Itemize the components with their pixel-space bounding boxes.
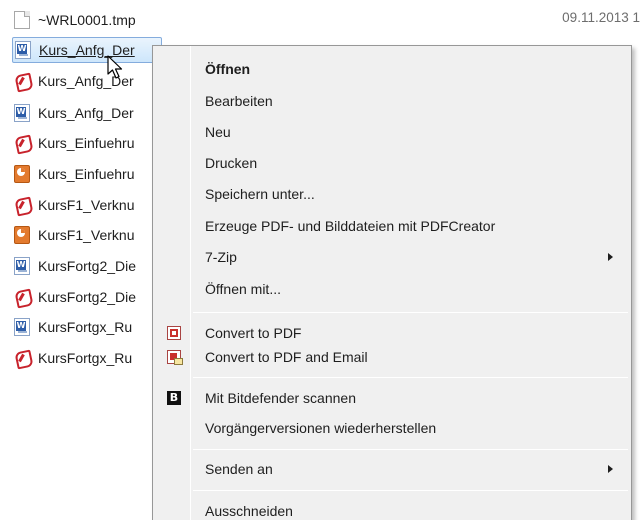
mouse-pointer-icon	[107, 55, 123, 79]
pdf-file-icon	[14, 134, 30, 152]
file-row[interactable]: Kurs_Einfuehru	[14, 161, 135, 187]
menu-item-label: 7-Zip	[205, 249, 237, 265]
menu-item-pdfcreator[interactable]: Erzeuge PDF- und Bilddateien mit PDFCrea…	[153, 213, 631, 239]
menu-separator	[193, 312, 628, 313]
menu-item-label: Bearbeiten	[205, 93, 273, 109]
file-name: KursFortg2_Die	[38, 258, 137, 274]
file-name: KursF1_Verknu	[38, 197, 135, 213]
submenu-arrow-icon	[608, 465, 613, 473]
word-document-icon	[15, 41, 31, 59]
file-date: 09.11.2013 1	[562, 10, 640, 25]
file-name: KursFortgx_Ru	[38, 319, 133, 335]
menu-item-save-as[interactable]: Speichern unter...	[153, 181, 631, 207]
menu-item-label: Drucken	[205, 155, 258, 171]
file-row[interactable]: Kurs_Anfg_Der	[14, 100, 134, 126]
convert-to-pdf-email-icon	[167, 350, 183, 365]
file-row[interactable]: KursF1_Verknu	[14, 192, 135, 218]
menu-item-edit[interactable]: Bearbeiten	[153, 88, 631, 114]
powerpoint-file-icon	[14, 226, 30, 244]
file-name: Kurs_Einfuehru	[38, 166, 135, 182]
word-document-icon	[14, 104, 30, 122]
convert-to-pdf-icon	[167, 326, 181, 340]
bitdefender-icon: B	[167, 391, 181, 405]
tmp-file-icon	[14, 11, 30, 29]
pdf-file-icon	[14, 196, 30, 214]
menu-item-label: Öffnen	[205, 61, 251, 77]
pdf-file-icon	[14, 349, 30, 367]
file-row[interactable]: KursFortg2_Die	[14, 253, 136, 279]
file-row[interactable]: KursFortgx_Ru	[14, 314, 132, 340]
file-row-selected[interactable]: Kurs_Anfg_Der	[12, 37, 162, 63]
menu-item-label: Öffnen mit...	[205, 281, 281, 297]
file-name: KursFortg2_Die	[38, 289, 137, 305]
menu-item-new[interactable]: Neu	[153, 119, 631, 145]
menu-item-print[interactable]: Drucken	[153, 150, 631, 176]
menu-item-label: Neu	[205, 124, 231, 140]
menu-item-label: Erzeuge PDF- und Bilddateien mit PDFCrea…	[205, 218, 496, 234]
file-row[interactable]: KursF1_Verknu	[14, 222, 135, 248]
file-row[interactable]: KursFortgx_Ru	[14, 345, 132, 371]
menu-item-label: Mit Bitdefender scannen	[205, 390, 356, 406]
menu-item-bitdefender[interactable]: B Mit Bitdefender scannen	[153, 385, 631, 411]
menu-item-open[interactable]: Öffnen	[153, 56, 631, 82]
menu-item-convert-to-pdf[interactable]: Convert to PDF	[153, 320, 631, 346]
menu-item-label: Speichern unter...	[205, 186, 315, 202]
powerpoint-file-icon	[14, 165, 30, 183]
file-name: Kurs_Anfg_Der	[38, 105, 134, 121]
file-name: KursF1_Verknu	[38, 227, 135, 243]
file-row[interactable]: Kurs_Einfuehru	[14, 130, 135, 156]
menu-item-label: Ausschneiden	[205, 503, 293, 519]
menu-item-label: Convert to PDF and Email	[205, 349, 368, 365]
menu-item-restore-versions[interactable]: Vorgängerversionen wiederherstellen	[153, 415, 631, 441]
menu-item-label: Convert to PDF	[205, 325, 302, 341]
context-menu: Öffnen Bearbeiten Neu Drucken Speichern …	[152, 45, 632, 520]
file-row[interactable]: KursFortg2_Die	[14, 284, 136, 310]
submenu-arrow-icon	[608, 253, 613, 261]
menu-separator	[193, 449, 628, 450]
menu-separator	[193, 490, 628, 491]
word-document-icon	[14, 257, 30, 275]
menu-item-cut[interactable]: Ausschneiden	[153, 498, 631, 520]
word-document-icon	[14, 318, 30, 336]
file-name: KursFortgx_Ru	[38, 350, 133, 366]
menu-item-label: Senden an	[205, 461, 273, 477]
pdf-file-icon	[14, 288, 30, 306]
menu-item-open-with[interactable]: Öffnen mit...	[153, 276, 631, 302]
menu-item-convert-to-pdf-email[interactable]: Convert to PDF and Email	[153, 344, 631, 370]
file-name: ~WRL0001.tmp	[38, 12, 136, 28]
file-name: Kurs_Einfuehru	[38, 135, 135, 151]
menu-separator	[193, 377, 628, 378]
menu-item-label: Vorgängerversionen wiederherstellen	[205, 420, 437, 436]
file-row-tmp[interactable]: ~WRL0001.tmp	[14, 7, 136, 33]
menu-item-7zip[interactable]: 7-Zip	[153, 244, 631, 270]
pdf-file-icon	[14, 72, 30, 90]
menu-item-send-to[interactable]: Senden an	[153, 456, 631, 482]
